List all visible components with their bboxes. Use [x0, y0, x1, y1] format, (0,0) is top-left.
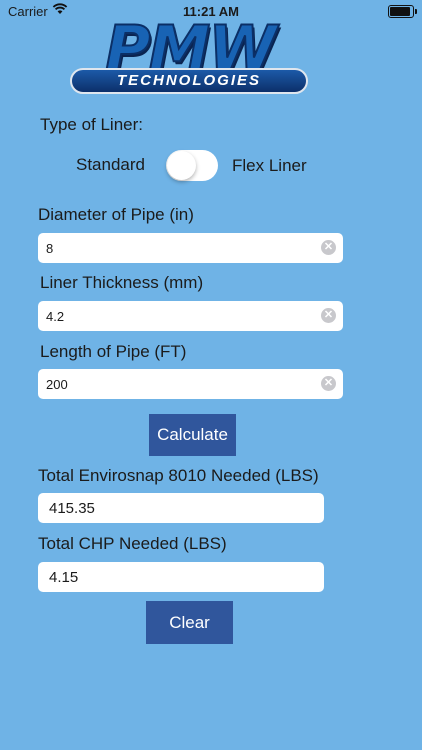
clear-text-icon[interactable]: ✕ [321, 308, 336, 323]
chp-result-label: Total CHP Needed (LBS) [38, 534, 227, 553]
logo-subtitle: TECHNOLOGIES [70, 68, 308, 94]
calculate-button[interactable]: Calculate [149, 414, 236, 456]
diameter-label: Diameter of Pipe (in) [38, 205, 194, 224]
clear-text-icon[interactable]: ✕ [321, 376, 336, 391]
envirosnap-result-field: 415.35 [38, 493, 324, 523]
length-input[interactable]: 200 ✕ [38, 369, 343, 399]
thickness-input[interactable]: 4.2 ✕ [38, 301, 343, 331]
thickness-value: 4.2 [46, 309, 65, 324]
diameter-input[interactable]: 8 ✕ [38, 233, 343, 263]
company-logo: PMW TECHNOLOGIES [68, 17, 312, 96]
envirosnap-result-value: 415.35 [49, 500, 95, 517]
chp-result-field: 4.15 [38, 562, 324, 592]
flex-liner-option-label: Flex Liner [232, 156, 307, 175]
standard-option-label: Standard [76, 155, 145, 174]
toggle-knob [167, 151, 196, 180]
thickness-label: Liner Thickness (mm) [40, 273, 204, 292]
diameter-value: 8 [46, 241, 54, 256]
clear-button[interactable]: Clear [146, 601, 233, 644]
clear-text-icon[interactable]: ✕ [321, 240, 336, 255]
envirosnap-result-label: Total Envirosnap 8010 Needed (LBS) [38, 466, 319, 485]
chp-result-value: 4.15 [49, 569, 79, 586]
length-label: Length of Pipe (FT) [40, 342, 187, 361]
battery-icon [388, 5, 417, 18]
liner-type-label: Type of Liner: [40, 115, 144, 134]
liner-type-toggle[interactable] [166, 150, 218, 181]
length-value: 200 [46, 377, 68, 392]
